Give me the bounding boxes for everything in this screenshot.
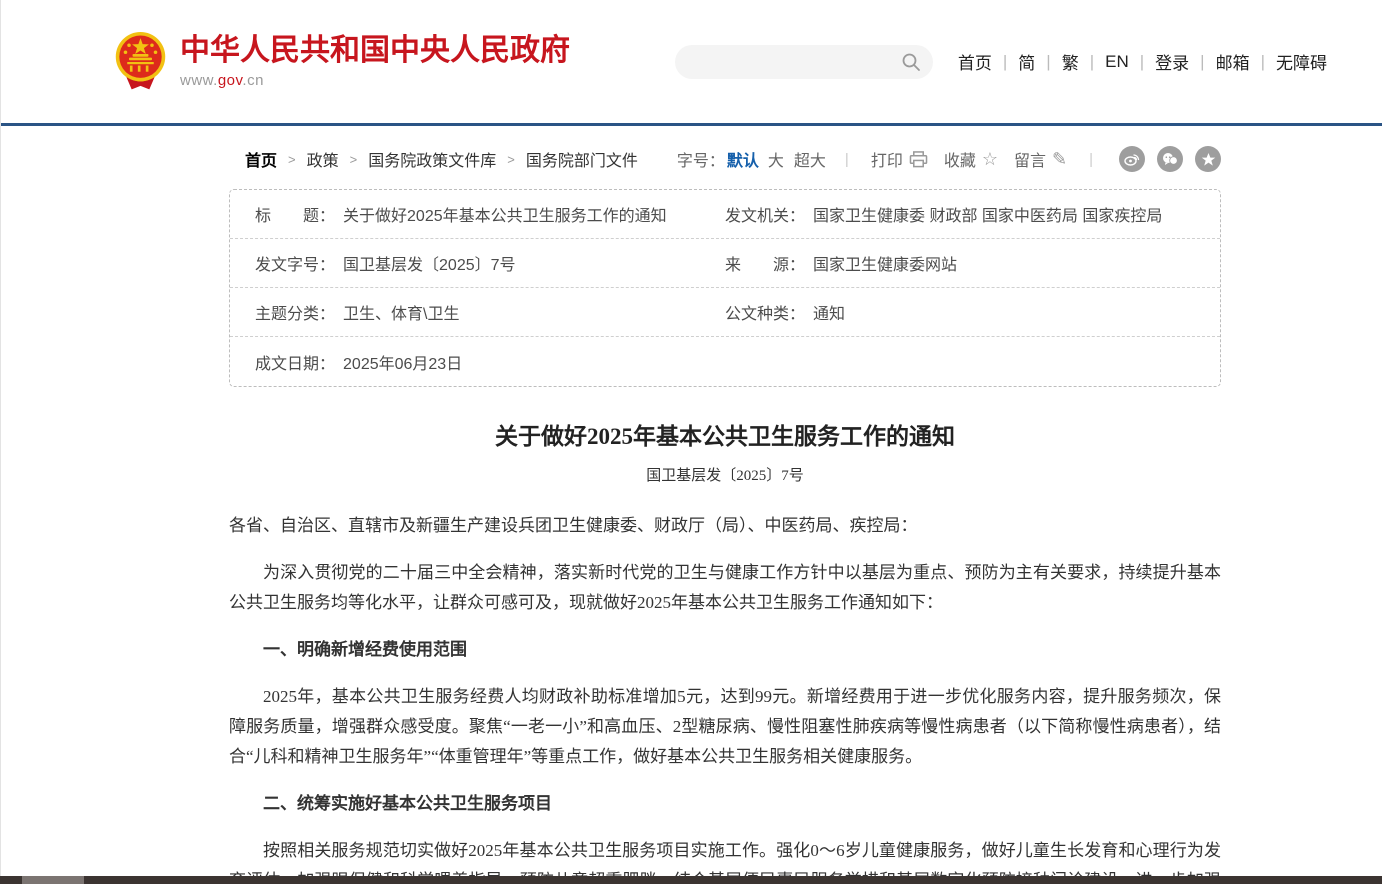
nav-item-4[interactable]: 登录 bbox=[1144, 49, 1200, 74]
font-size-xlarge-button[interactable]: 超大 bbox=[794, 147, 826, 171]
nav-item-6[interactable]: 无障碍 bbox=[1265, 49, 1338, 74]
meta-label: 发文字号： bbox=[255, 251, 335, 275]
site-url-gov: gov bbox=[218, 72, 243, 89]
breadcrumb-separator: > bbox=[277, 152, 307, 167]
meta-cell-left: 主题分类： 卫生、体育\卫生 bbox=[255, 300, 725, 324]
breadcrumb-separator: > bbox=[496, 152, 526, 167]
wechat-icon bbox=[1162, 152, 1178, 166]
favorite-button[interactable]: 收藏 ☆ bbox=[944, 147, 998, 171]
nav-item-0[interactable]: 首页 bbox=[947, 49, 1003, 74]
comment-button[interactable]: 留言 ✎ bbox=[1014, 147, 1067, 171]
meta-value: 国家卫生健康委网站 bbox=[813, 251, 957, 275]
meta-row: 标 题： 关于做好2025年基本公共卫生服务工作的通知 发文机关： 国家卫生健康委 财… bbox=[230, 190, 1220, 239]
font-size-default-button[interactable]: 默认 bbox=[727, 147, 759, 171]
printer-icon bbox=[909, 151, 928, 168]
site-logo[interactable]: 中华人民共和国中央人民政府 www.gov.cn bbox=[114, 31, 570, 93]
meta-label: 主题分类： bbox=[255, 300, 335, 324]
breadcrumb-item-1[interactable]: 政策 bbox=[307, 147, 339, 171]
star-icon: ☆ bbox=[982, 150, 998, 168]
article-paragraph: 为深入贯彻党的二十届三中全会精神，落实新时代党的卫生与健康工作方针中以基层为重点… bbox=[229, 558, 1221, 618]
meta-row: 发文字号： 国卫基层发〔2025〕7号 来 源： 国家卫生健康委网站 bbox=[230, 239, 1220, 288]
print-button[interactable]: 打印 bbox=[871, 147, 928, 171]
meta-cell-left: 标 题： 关于做好2025年基本公共卫生服务工作的通知 bbox=[255, 202, 725, 226]
doc-number: 国卫基层发〔2025〕7号 bbox=[229, 464, 1221, 485]
share-wechat-button[interactable] bbox=[1157, 146, 1183, 172]
toolbar-divider: | bbox=[845, 151, 849, 168]
main-content: 首页>政策>国务院政策文件库>国务院部门文件 字号： 默认 大 超大 | 打印 … bbox=[229, 145, 1221, 884]
site-url-cn: .cn bbox=[242, 72, 264, 89]
meta-row: 主题分类： 卫生、体育\卫生 公文种类： 通知 bbox=[230, 288, 1220, 337]
top-nav: 首页|简|繁|EN|登录|邮箱|无障碍 bbox=[947, 49, 1338, 74]
nav-item-2[interactable]: 繁 bbox=[1051, 49, 1090, 74]
nav-item-3[interactable]: EN bbox=[1094, 52, 1140, 72]
print-label: 打印 bbox=[871, 147, 903, 171]
meta-label: 来 源： bbox=[725, 251, 805, 275]
meta-value: 卫生、体育\卫生 bbox=[343, 300, 459, 324]
toolbar-divider: | bbox=[1089, 151, 1093, 168]
font-size-large-button[interactable]: 大 bbox=[768, 147, 784, 171]
section-heading: 一、明确新增经费使用范围 bbox=[229, 635, 1221, 665]
meta-row: 成文日期： 2025年06月23日 bbox=[230, 337, 1220, 386]
nav-item-5[interactable]: 邮箱 bbox=[1205, 49, 1261, 74]
article-paragraph: 各省、自治区、直辖市及新疆生产建设兵团卫生健康委、财政厅（局）、中医药局、疾控局… bbox=[229, 511, 1221, 541]
article: 关于做好2025年基本公共卫生服务工作的通知 国卫基层发〔2025〕7号 各省、… bbox=[229, 417, 1221, 884]
meta-cell-left: 发文字号： 国卫基层发〔2025〕7号 bbox=[255, 251, 725, 275]
nav-item-1[interactable]: 简 bbox=[1007, 49, 1046, 74]
share-weibo-button[interactable] bbox=[1119, 146, 1145, 172]
breadcrumb-item-2[interactable]: 国务院政策文件库 bbox=[368, 147, 496, 171]
search-input[interactable] bbox=[687, 53, 901, 70]
scrollbar-thumb[interactable] bbox=[22, 876, 84, 884]
section-heading: 二、统筹实施好基本公共卫生服务项目 bbox=[229, 789, 1221, 819]
meta-label: 标 题： bbox=[255, 202, 335, 226]
article-paragraph: 2025年，基本公共卫生服务经费人均财政补助标准增加5元，达到99元。新增经费用… bbox=[229, 682, 1221, 772]
document-meta-table: 标 题： 关于做好2025年基本公共卫生服务工作的通知 发文机关： 国家卫生健康委 财… bbox=[229, 189, 1221, 387]
article-title: 关于做好2025年基本公共卫生服务工作的通知 bbox=[229, 417, 1221, 451]
font-size-label: 字号： bbox=[677, 147, 725, 171]
meta-value: 2025年06月23日 bbox=[343, 350, 462, 374]
site-url-www: www. bbox=[180, 72, 218, 89]
pencil-icon: ✎ bbox=[1052, 150, 1067, 168]
site-url: www.gov.cn bbox=[180, 72, 570, 89]
meta-label: 发文机关： bbox=[725, 202, 805, 226]
breadcrumb: 首页>政策>国务院政策文件库>国务院部门文件 bbox=[229, 147, 638, 171]
site-title: 中华人民共和国中央人民政府 bbox=[180, 34, 570, 69]
breadcrumb-separator: > bbox=[339, 152, 369, 167]
star-share-icon bbox=[1201, 152, 1216, 167]
site-header: 中华人民共和国中央人民政府 www.gov.cn 首页|简|繁|EN|登录|邮箱… bbox=[1, 0, 1382, 126]
weibo-icon bbox=[1124, 152, 1140, 166]
search-icon[interactable] bbox=[901, 52, 921, 72]
meta-value: 国卫基层发〔2025〕7号 bbox=[343, 251, 516, 275]
favorite-label: 收藏 bbox=[944, 147, 976, 171]
meta-cell-right: 来 源： 国家卫生健康委网站 bbox=[725, 251, 1220, 275]
meta-value: 国家卫生健康委 财政部 国家中医药局 国家疾控局 bbox=[813, 202, 1162, 226]
breadcrumb-item-3[interactable]: 国务院部门文件 bbox=[526, 147, 638, 171]
meta-cell-right: 发文机关： 国家卫生健康委 财政部 国家中医药局 国家疾控局 bbox=[725, 202, 1220, 226]
meta-cell-left: 成文日期： 2025年06月23日 bbox=[255, 350, 725, 374]
search-box[interactable] bbox=[675, 45, 933, 79]
meta-label: 成文日期： bbox=[255, 350, 335, 374]
meta-value: 通知 bbox=[813, 300, 845, 324]
meta-value: 关于做好2025年基本公共卫生服务工作的通知 bbox=[343, 202, 667, 226]
article-body: 各省、自治区、直辖市及新疆生产建设兵团卫生健康委、财政厅（局）、中医药局、疾控局… bbox=[229, 511, 1221, 884]
breadcrumb-item-0[interactable]: 首页 bbox=[245, 147, 277, 171]
meta-label: 公文种类： bbox=[725, 300, 805, 324]
share-more-button[interactable] bbox=[1195, 146, 1221, 172]
comment-label: 留言 bbox=[1014, 147, 1046, 171]
national-emblem-icon bbox=[114, 31, 167, 93]
article-toolbar: 字号： 默认 大 超大 | 打印 收藏 ☆ 留言 ✎ | bbox=[677, 146, 1221, 172]
share-buttons bbox=[1119, 146, 1221, 172]
horizontal-scrollbar[interactable] bbox=[0, 876, 1382, 884]
meta-cell-right: 公文种类： 通知 bbox=[725, 300, 1220, 324]
